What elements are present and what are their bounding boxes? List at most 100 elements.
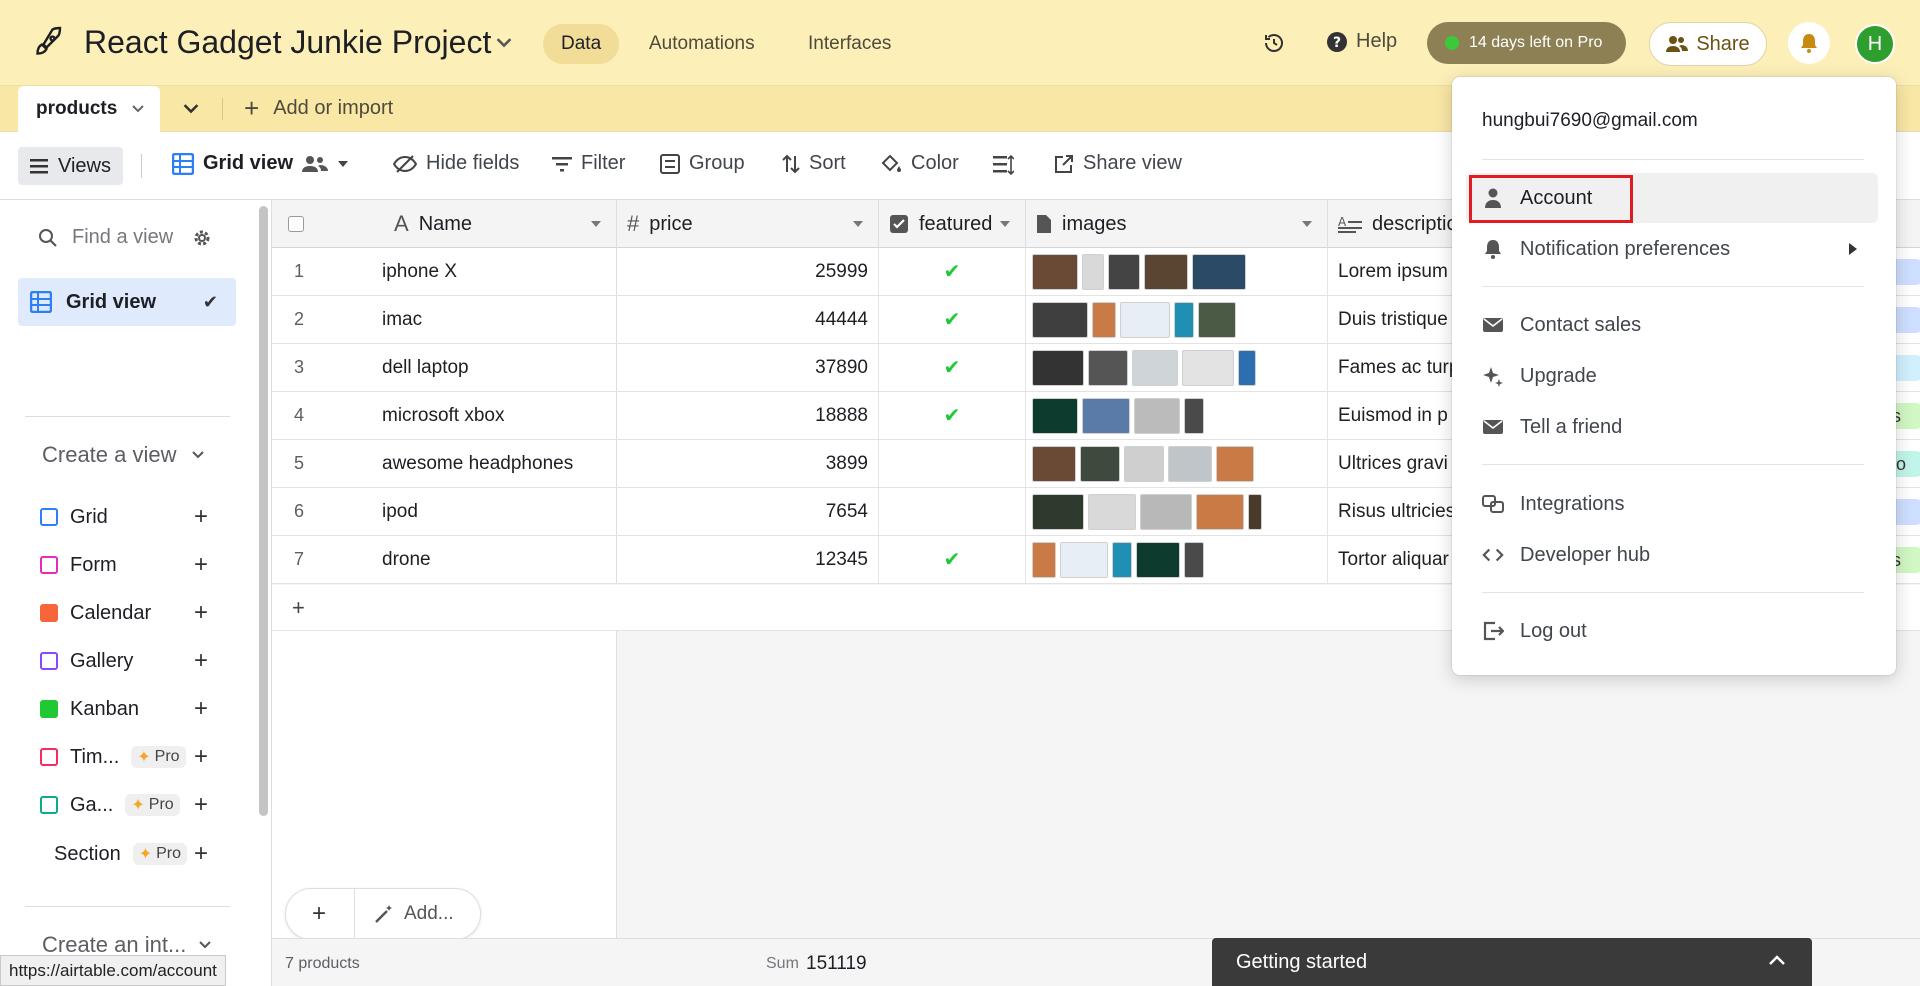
image-thumbnail[interactable] <box>1112 541 1132 578</box>
cell-name[interactable]: dell laptop <box>382 344 617 391</box>
image-thumbnail[interactable] <box>1216 445 1254 482</box>
cell-name[interactable]: awesome headphones <box>382 440 617 487</box>
cell-images[interactable] <box>1026 344 1328 391</box>
user-avatar[interactable]: H <box>1855 24 1895 64</box>
cell-price[interactable]: 18888 <box>617 392 879 439</box>
image-thumbnail[interactable] <box>1134 397 1180 434</box>
color-button[interactable]: Color <box>880 152 959 175</box>
cell-featured[interactable]: ✔ <box>879 248 1026 295</box>
hide-fields-button[interactable]: Hide fields <box>393 152 519 175</box>
image-thumbnail[interactable] <box>1248 493 1262 530</box>
help-button[interactable]: ? Help <box>1326 30 1397 53</box>
image-thumbnail[interactable] <box>1032 445 1076 482</box>
sidebar-scrollbar[interactable] <box>259 206 268 816</box>
rocket-icon[interactable] <box>30 25 66 61</box>
cell-images[interactable] <box>1026 392 1328 439</box>
cell-images[interactable] <box>1026 536 1328 583</box>
create-gantt-view[interactable]: Ga... ✦ Pro + <box>40 790 220 820</box>
sort-button[interactable]: Sort <box>782 152 846 175</box>
cell-name[interactable]: iphone X <box>382 248 617 295</box>
image-thumbnail[interactable] <box>1080 445 1120 482</box>
views-toggle-button[interactable]: Views <box>18 147 123 185</box>
cell-images[interactable] <box>1026 488 1328 535</box>
history-icon[interactable] <box>1262 31 1286 55</box>
pro-trial-button[interactable]: 14 days left on Pro <box>1427 22 1626 64</box>
find-view-search[interactable]: Find a view <box>38 226 173 249</box>
image-thumbnail[interactable] <box>1108 253 1140 290</box>
create-calendar-view[interactable]: Calendar + <box>40 598 220 628</box>
cell-featured[interactable]: ✔ <box>879 296 1026 343</box>
image-thumbnail[interactable] <box>1032 253 1078 290</box>
menu-item-contact-sales[interactable]: Contact sales <box>1466 300 1878 350</box>
sidebar-item-grid-view[interactable]: Grid view ✔ <box>18 278 236 326</box>
cell-name[interactable]: ipod <box>382 488 617 535</box>
cell-price[interactable]: 12345 <box>617 536 879 583</box>
cell-images[interactable] <box>1026 248 1328 295</box>
cell-featured[interactable] <box>879 440 1026 487</box>
gear-icon[interactable] <box>192 228 212 248</box>
column-header-price[interactable]: # price <box>617 200 879 248</box>
image-thumbnail[interactable] <box>1060 541 1108 578</box>
image-thumbnail[interactable] <box>1238 349 1256 386</box>
tab-interfaces[interactable]: Interfaces <box>790 24 909 64</box>
image-thumbnail[interactable] <box>1144 253 1188 290</box>
cell-price[interactable]: 44444 <box>617 296 879 343</box>
image-thumbnail[interactable] <box>1132 349 1178 386</box>
select-all-checkbox[interactable] <box>288 216 304 232</box>
image-thumbnail[interactable] <box>1082 397 1130 434</box>
image-thumbnail[interactable] <box>1032 301 1088 338</box>
image-thumbnail[interactable] <box>1088 493 1136 530</box>
image-thumbnail[interactable] <box>1174 301 1194 338</box>
cell-name[interactable]: microsoft xbox <box>382 392 617 439</box>
image-thumbnail[interactable] <box>1140 493 1192 530</box>
cell-featured[interactable]: ✔ <box>879 392 1026 439</box>
create-form-view[interactable]: Form + <box>40 550 220 580</box>
image-thumbnail[interactable] <box>1182 349 1234 386</box>
view-switcher-button[interactable]: Grid view <box>172 152 349 175</box>
column-header-name[interactable]: A Name <box>382 200 617 248</box>
image-thumbnail[interactable] <box>1032 541 1056 578</box>
image-thumbnail[interactable] <box>1082 253 1104 290</box>
image-thumbnail[interactable] <box>1168 445 1212 482</box>
add-or-import-button[interactable]: + Add or import <box>244 95 393 121</box>
sum-label[interactable]: Sum <box>766 955 799 973</box>
create-timeline-view[interactable]: Tim... ✦ Pro + <box>40 742 220 772</box>
cell-name[interactable]: imac <box>382 296 617 343</box>
menu-item-notification-preferences[interactable]: Notification preferences <box>1466 224 1878 274</box>
image-thumbnail[interactable] <box>1184 541 1204 578</box>
menu-item-upgrade[interactable]: Upgrade <box>1466 351 1878 401</box>
cell-featured[interactable] <box>879 488 1026 535</box>
cell-price[interactable]: 37890 <box>617 344 879 391</box>
image-thumbnail[interactable] <box>1120 301 1170 338</box>
add-with-options-button[interactable]: Add... <box>374 903 454 925</box>
cell-price[interactable]: 3899 <box>617 440 879 487</box>
create-section[interactable]: Section ✦ Pro + <box>54 839 234 869</box>
image-thumbnail[interactable] <box>1032 349 1084 386</box>
getting-started-panel[interactable]: Getting started <box>1212 938 1812 986</box>
group-button[interactable]: Group <box>660 152 745 175</box>
image-thumbnail[interactable] <box>1032 397 1078 434</box>
base-title[interactable]: React Gadget Junkie Project <box>84 24 491 61</box>
tab-data[interactable]: Data <box>543 24 620 64</box>
image-thumbnail[interactable] <box>1032 493 1084 530</box>
cell-featured[interactable]: ✔ <box>879 536 1026 583</box>
menu-item-tell-a-friend[interactable]: Tell a friend <box>1466 402 1878 452</box>
tab-automations[interactable]: Automations <box>631 24 773 64</box>
table-tab-products[interactable]: products <box>18 86 160 132</box>
cell-images[interactable] <box>1026 296 1328 343</box>
image-thumbnail[interactable] <box>1198 301 1236 338</box>
menu-item-log-out[interactable]: Log out <box>1466 606 1878 656</box>
image-thumbnail[interactable] <box>1092 301 1116 338</box>
notifications-button[interactable] <box>1788 22 1830 64</box>
create-gallery-view[interactable]: Gallery + <box>40 646 220 676</box>
all-tables-chevron-icon[interactable] <box>182 102 200 116</box>
cell-price[interactable]: 7654 <box>617 488 879 535</box>
chevron-down-icon[interactable] <box>495 36 513 50</box>
image-thumbnail[interactable] <box>1136 541 1180 578</box>
chevron-down-icon[interactable] <box>131 104 145 114</box>
chevron-up-icon[interactable] <box>1768 954 1786 966</box>
create-kanban-view[interactable]: Kanban + <box>40 694 220 724</box>
row-height-icon[interactable] <box>992 154 1014 176</box>
create-view-toggle[interactable]: Create a view <box>42 442 205 468</box>
share-button[interactable]: Share <box>1649 22 1767 66</box>
